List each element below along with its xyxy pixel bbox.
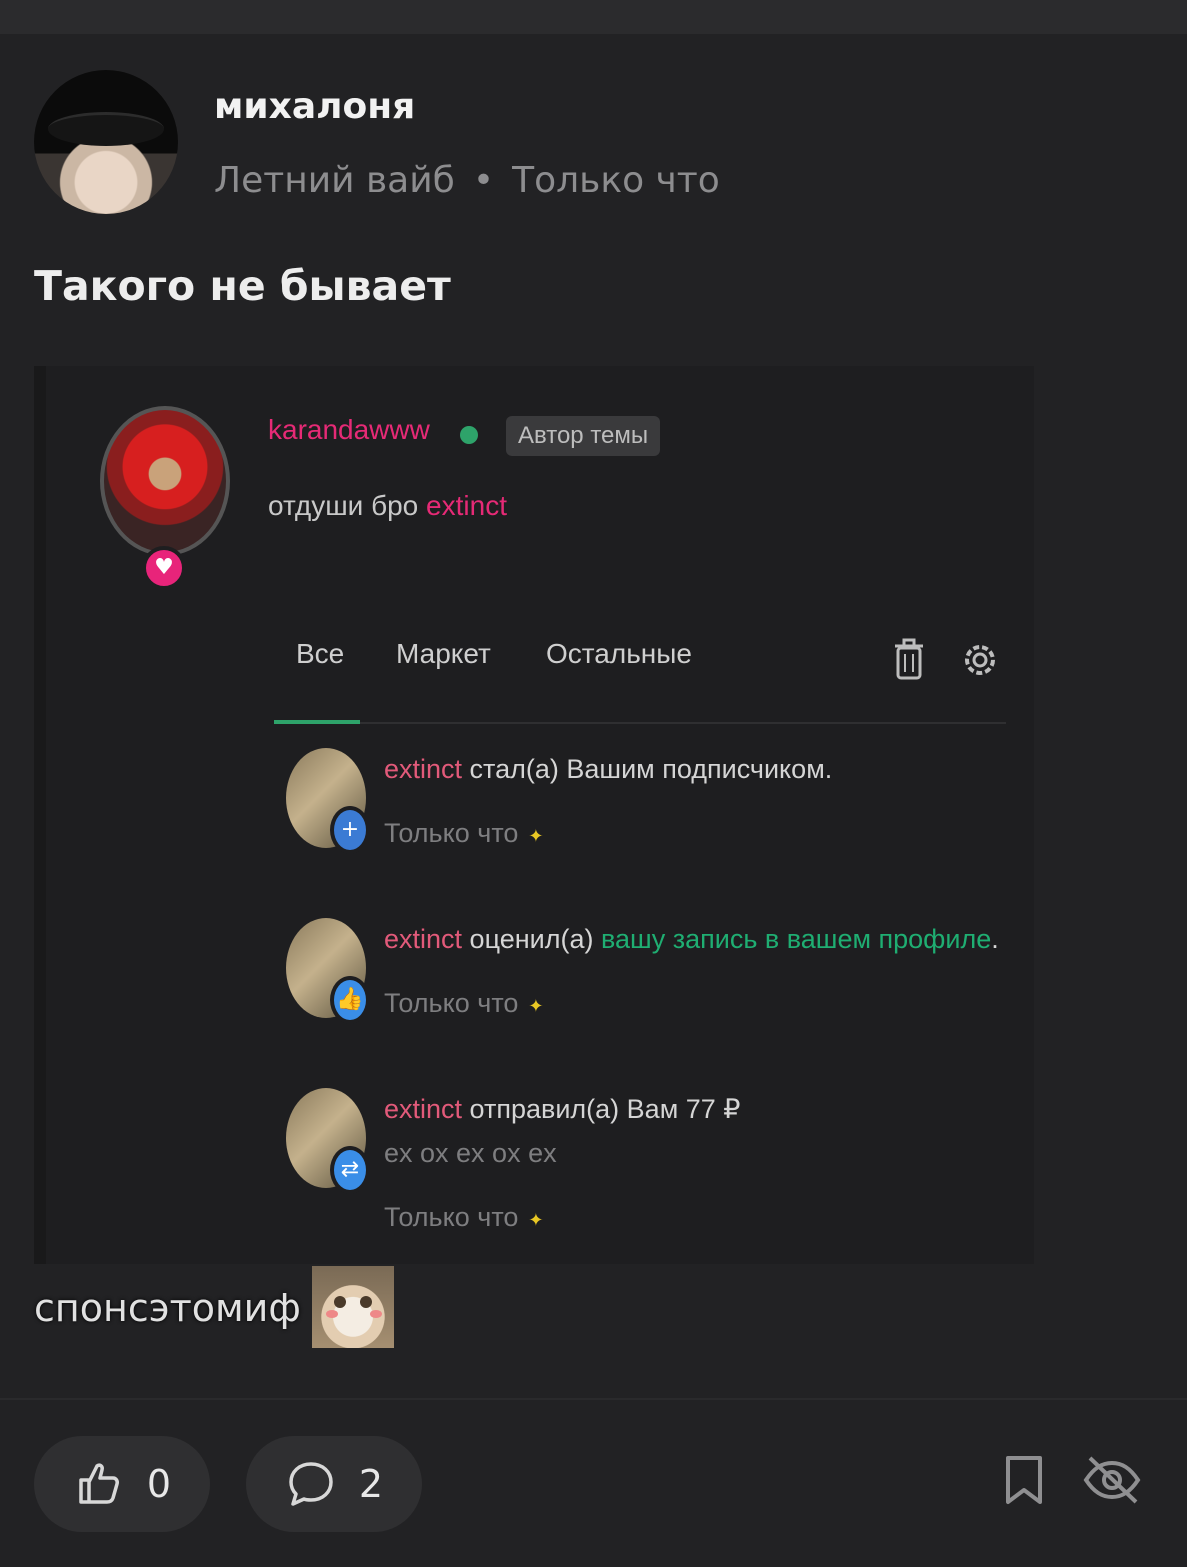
- comment-icon: [289, 1462, 333, 1506]
- post-footer-text: спонсэтомиф: [34, 1286, 301, 1330]
- profile-username: karandawww: [268, 414, 430, 445]
- like-button[interactable]: 0: [34, 1436, 210, 1532]
- active-tab-indicator: [274, 720, 360, 724]
- hide-eye-icon[interactable]: [1082, 1454, 1142, 1506]
- notification-tabs: Все Маркет Остальные: [274, 616, 1006, 724]
- plus-icon: +: [330, 806, 370, 854]
- thumbs-up-icon: 👍: [330, 976, 370, 1024]
- profile-status: отдуши бро extinct: [268, 490, 507, 521]
- online-indicator: [460, 426, 478, 444]
- bookmark-icon[interactable]: [1002, 1454, 1046, 1506]
- like-count: 0: [146, 1462, 172, 1506]
- comment-count: 2: [358, 1462, 384, 1506]
- embedded-screenshot[interactable]: ♥ karandawww Автор темы отдуши бро extin…: [34, 366, 1034, 1264]
- meta-separator: •: [472, 160, 495, 201]
- divider: [0, 1398, 1187, 1400]
- post-time: Только что: [512, 160, 720, 201]
- post-title: Такого не бывает: [34, 262, 451, 310]
- heart-icon: ♥: [142, 546, 186, 590]
- author-name[interactable]: михалоня: [214, 86, 415, 127]
- tab-all: Все: [296, 638, 345, 669]
- comment-button[interactable]: 2: [246, 1436, 422, 1532]
- post-category[interactable]: Летний вайб: [214, 160, 455, 201]
- notification-time: Только что ✦: [384, 1202, 544, 1232]
- profile-avatar: [100, 406, 230, 556]
- gear-icon: [965, 645, 995, 675]
- transfer-icon: ⇄: [330, 1146, 370, 1194]
- tab-market: Маркет: [396, 638, 491, 669]
- notification-comment: ex ox ex ox ex: [384, 1138, 557, 1168]
- notification-text: extinct стал(а) Вашим подписчиком.: [384, 754, 833, 784]
- author-avatar[interactable]: [34, 70, 178, 214]
- top-strip: [0, 0, 1187, 34]
- author-badge: Автор темы: [506, 416, 661, 456]
- thumbs-up-icon: [79, 1463, 119, 1504]
- notification-time: Только что ✦: [384, 818, 544, 848]
- trash-icon: [895, 638, 923, 680]
- notification-time: Только что ✦: [384, 988, 544, 1018]
- post-meta: Летний вайб • Только что: [214, 160, 720, 201]
- notification-text: extinct оценил(а) вашу запись в вашем пр…: [384, 924, 999, 954]
- cat-emoji-image: [312, 1266, 394, 1348]
- notification-text: extinct отправил(а) Вам 77 ₽: [384, 1094, 741, 1124]
- post-card: михалоня Летний вайб • Только что Такого н…: [0, 34, 1187, 1567]
- tab-other: Остальные: [546, 638, 692, 669]
